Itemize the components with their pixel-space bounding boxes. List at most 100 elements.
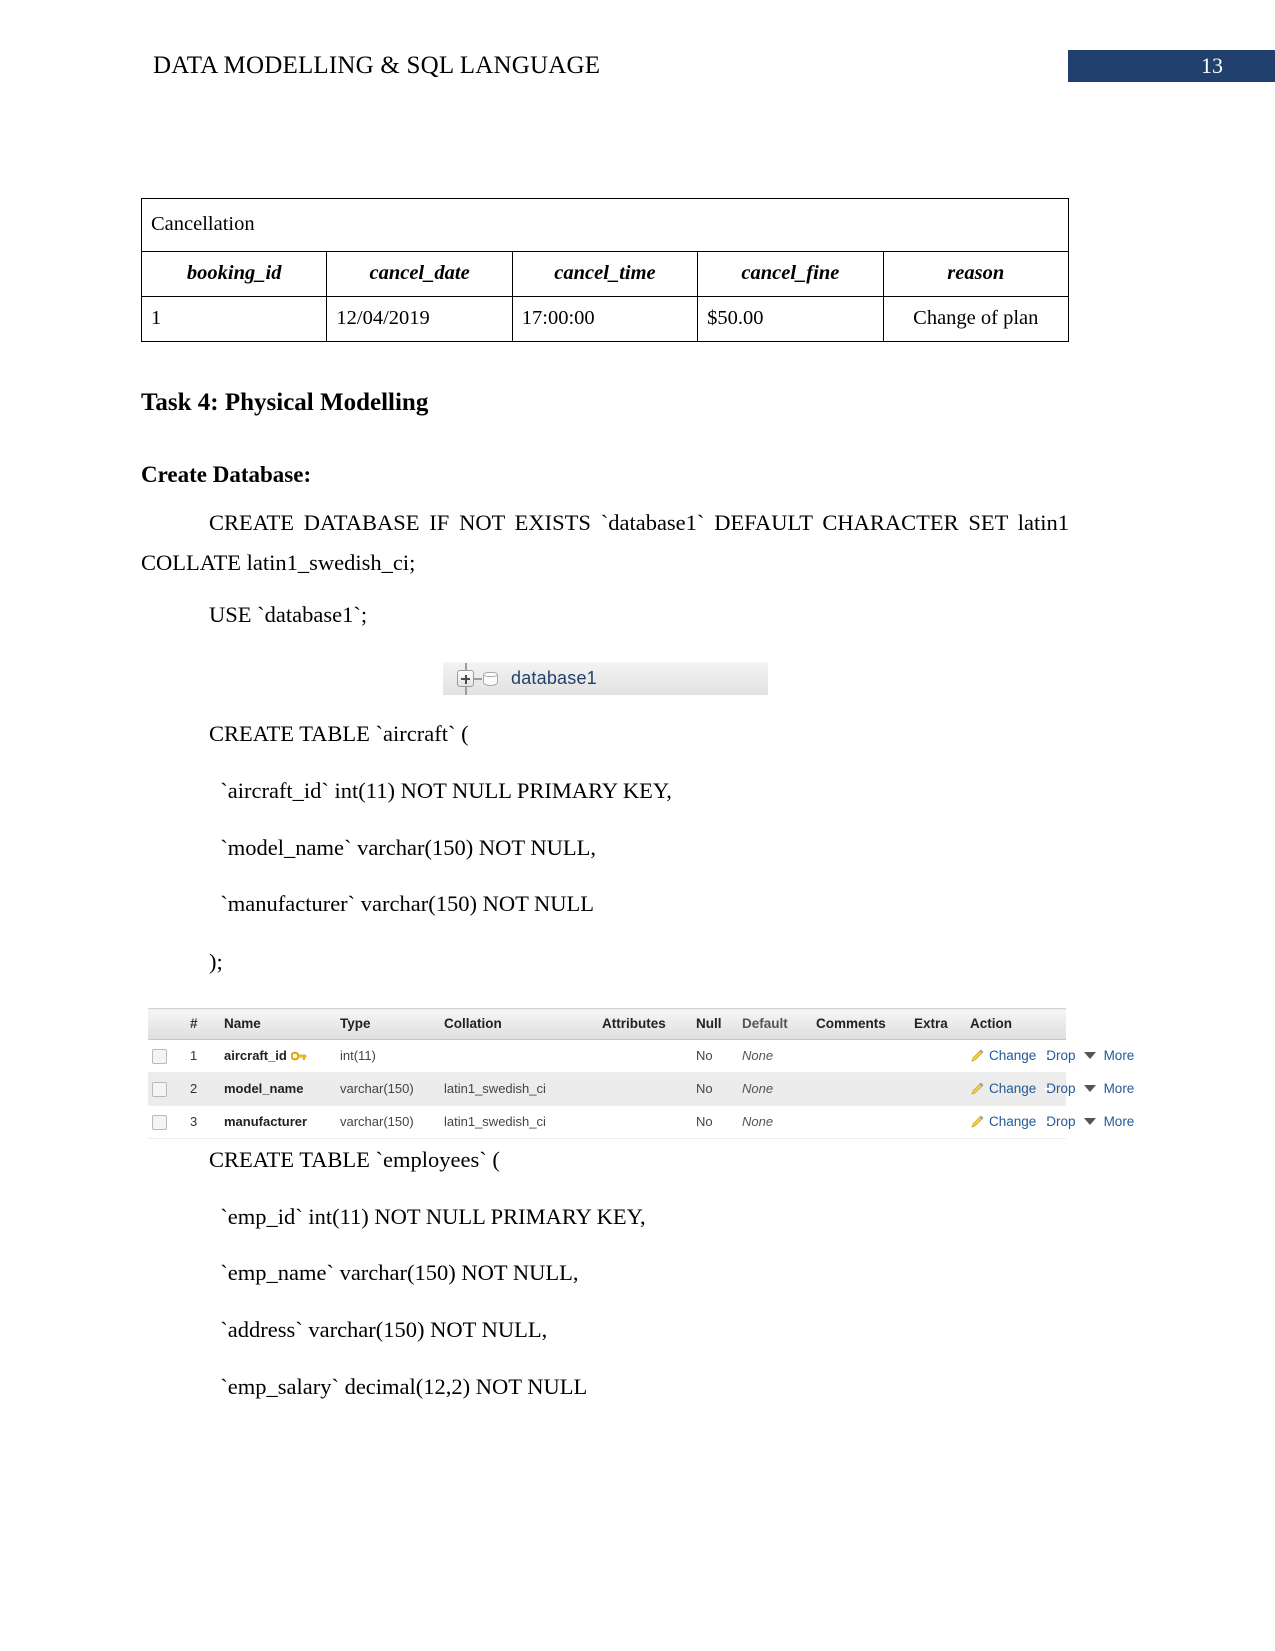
table-structure-panel: # Name Type Collation Attributes Null De…	[148, 1008, 1134, 1139]
cell-null: No	[692, 1072, 738, 1106]
cell-default: None	[738, 1039, 812, 1073]
sql-employees-line-3: `emp_name` varchar(150) NOT NULL,	[209, 1260, 579, 1285]
column-header-reason: reason	[882, 251, 1070, 297]
select-all-header[interactable]	[148, 1008, 186, 1040]
more-link[interactable]: More	[1104, 1114, 1135, 1129]
database-name-label[interactable]: database1	[511, 668, 597, 689]
plus-box-icon[interactable]	[457, 670, 474, 687]
sql-aircraft-line-2: `aircraft_id` int(11) NOT NULL PRIMARY K…	[209, 778, 672, 803]
column-header-cancel-fine: cancel_fine	[697, 251, 884, 297]
column-name-text: aircraft_id	[224, 1048, 287, 1063]
cell-actions: Change Drop More	[966, 1072, 1134, 1106]
column-header-action: Action	[966, 1008, 1066, 1040]
column-header-index[interactable]: #	[186, 1008, 220, 1040]
heading-task-4: Task 4: Physical Modelling	[141, 389, 429, 416]
sql-aircraft-line-5: );	[209, 949, 223, 974]
header-title: DATA MODELLING & SQL LANGUAGE	[153, 52, 601, 79]
cell-column-name: aircraft_id	[220, 1039, 336, 1073]
sql-create-database: CREATE DATABASE IF NOT EXISTS `database1…	[141, 510, 1069, 575]
column-header-attributes[interactable]: Attributes	[598, 1008, 692, 1040]
column-header-default[interactable]: Default	[738, 1008, 812, 1040]
table-row: 1 aircraft_id int(11) No None Change Dro…	[148, 1039, 1134, 1073]
table-row: 3 manufacturer varchar(150) latin1_swedi…	[148, 1105, 1134, 1139]
page-header: DATA MODELLING & SQL LANGUAGE 13	[0, 50, 1275, 86]
cell-extra	[910, 1105, 966, 1139]
more-link[interactable]: More	[1104, 1081, 1135, 1096]
primary-key-icon	[290, 1050, 307, 1062]
column-header-cancel-date: cancel_date	[326, 251, 513, 297]
cell-actions: Change Drop More	[966, 1105, 1134, 1139]
cell-collation: latin1_swedish_ci	[440, 1072, 598, 1106]
column-header-type[interactable]: Type	[336, 1008, 440, 1040]
cell-comments	[812, 1039, 910, 1073]
cell-reason: Change of plan	[882, 296, 1070, 342]
pencil-icon	[970, 1049, 984, 1063]
chevron-down-icon[interactable]	[1083, 1085, 1096, 1092]
page-number: 13	[1201, 53, 1223, 78]
more-link[interactable]: More	[1104, 1048, 1135, 1063]
cell-extra	[910, 1039, 966, 1073]
heading-create-database: Create Database:	[141, 462, 312, 487]
column-header-cancel-time: cancel_time	[511, 251, 699, 297]
row-checkbox-cell[interactable]	[148, 1072, 186, 1106]
change-link[interactable]: Change	[989, 1081, 1036, 1096]
cell-comments	[812, 1105, 910, 1139]
sql-aircraft-line-3: `model_name` varchar(150) NOT NULL,	[209, 835, 596, 860]
cell-collation: latin1_swedish_ci	[440, 1105, 598, 1139]
row-checkbox[interactable]	[152, 1081, 167, 1097]
cell-actions: Change Drop More	[966, 1039, 1134, 1073]
chevron-down-icon[interactable]	[1083, 1052, 1096, 1059]
sql-employees-line-5: `emp_salary` decimal(12,2) NOT NULL	[209, 1374, 588, 1399]
column-header-null[interactable]: Null	[692, 1008, 738, 1040]
cell-cancel-fine: $50.00	[697, 296, 884, 342]
cell-type: varchar(150)	[336, 1105, 440, 1139]
column-header-collation[interactable]: Collation	[440, 1008, 598, 1040]
cell-comments	[812, 1072, 910, 1106]
cell-null: No	[692, 1105, 738, 1139]
pencil-icon	[970, 1082, 984, 1096]
cell-index: 2	[186, 1072, 220, 1106]
table-header-row: booking_id cancel_date cancel_time cance…	[140, 251, 1070, 297]
table-title: Cancellation	[141, 198, 1069, 252]
cell-extra	[910, 1072, 966, 1106]
structure-header-row: # Name Type Collation Attributes Null De…	[148, 1008, 1066, 1040]
cell-booking-id: 1	[140, 296, 328, 342]
table-row: 1 12/04/2019 17:00:00 $50.00 Change of p…	[140, 296, 1070, 342]
column-header-name[interactable]: Name	[220, 1008, 336, 1040]
cell-index: 3	[186, 1105, 220, 1139]
row-checkbox[interactable]	[152, 1114, 167, 1130]
cell-null: No	[692, 1039, 738, 1073]
cell-type: int(11)	[336, 1039, 440, 1073]
column-header-booking-id: booking_id	[140, 251, 328, 297]
change-link[interactable]: Change	[989, 1048, 1036, 1063]
row-checkbox-cell[interactable]	[148, 1105, 186, 1139]
cell-default: None	[738, 1105, 812, 1139]
table-title-row: Cancellation	[141, 198, 1069, 252]
database-tree-widget[interactable]: database1	[443, 662, 768, 695]
sql-aircraft-line-1: CREATE TABLE `aircraft` (	[209, 721, 469, 746]
change-link[interactable]: Change	[989, 1114, 1036, 1129]
row-checkbox[interactable]	[152, 1048, 167, 1064]
sql-employees-line-4: `address` varchar(150) NOT NULL,	[209, 1317, 548, 1342]
column-header-comments[interactable]: Comments	[812, 1008, 910, 1040]
table-row: 2 model_name varchar(150) latin1_swedish…	[148, 1072, 1134, 1106]
sql-aircraft-line-4: `manufacturer` varchar(150) NOT NULL	[209, 891, 595, 916]
page-number-badge: 13	[1068, 50, 1275, 82]
cell-cancel-date: 12/04/2019	[326, 296, 513, 342]
chevron-down-icon[interactable]	[1083, 1118, 1096, 1125]
cancellation-table: Cancellation booking_id cancel_date canc…	[140, 198, 1070, 342]
document-page: DATA MODELLING & SQL LANGUAGE 13 Cancell…	[0, 0, 1275, 1651]
tree-connector-line	[474, 678, 482, 680]
sql-employees-line-1: CREATE TABLE `employees` (	[209, 1147, 500, 1172]
cell-cancel-time: 17:00:00	[511, 296, 699, 342]
column-header-extra[interactable]: Extra	[910, 1008, 966, 1040]
row-checkbox-cell[interactable]	[148, 1039, 186, 1073]
database-cylinder-icon	[483, 670, 499, 688]
pencil-icon	[970, 1115, 984, 1129]
cell-attributes	[598, 1072, 692, 1106]
cell-type: varchar(150)	[336, 1072, 440, 1106]
cell-attributes	[598, 1039, 692, 1073]
cell-collation	[440, 1039, 598, 1073]
sql-employees-line-2: `emp_id` int(11) NOT NULL PRIMARY KEY,	[209, 1204, 646, 1229]
cell-attributes	[598, 1105, 692, 1139]
